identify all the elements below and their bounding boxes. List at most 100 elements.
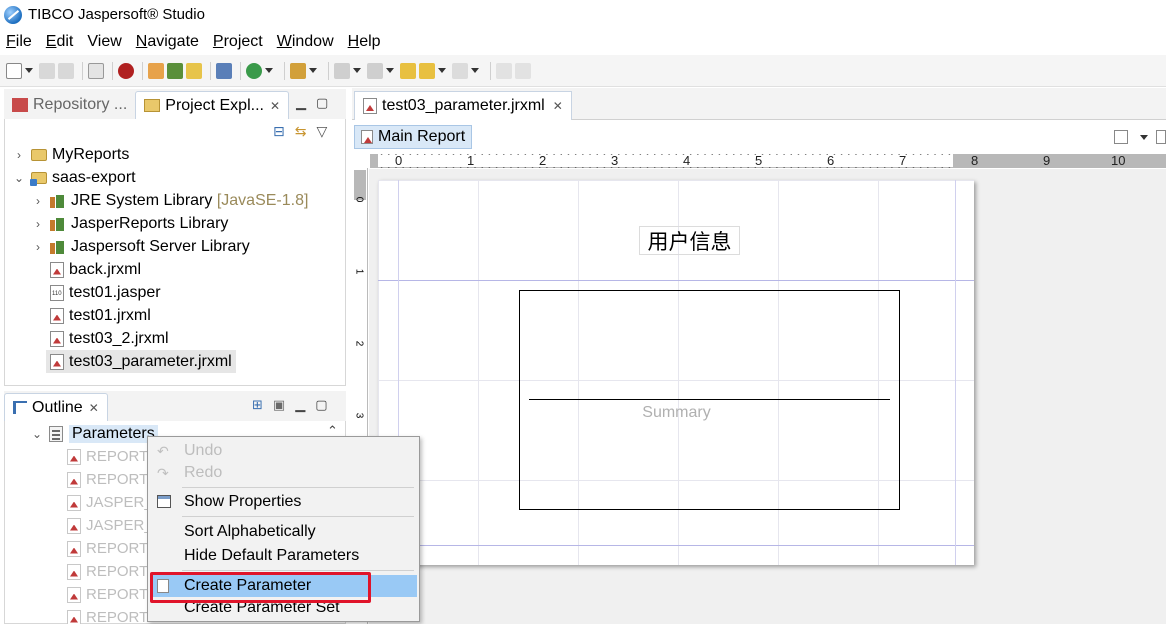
run-icon[interactable] xyxy=(246,62,262,79)
expand-icon[interactable]: › xyxy=(32,217,44,231)
tab-repository[interactable]: Repository ... xyxy=(4,91,135,119)
link-editor-icon[interactable]: ⇆ xyxy=(295,123,307,140)
menu-window[interactable]: Window xyxy=(277,33,334,51)
collapse-all-icon[interactable]: ⊟ xyxy=(273,123,285,140)
menu-project[interactable]: Project xyxy=(213,33,263,51)
tab-test03-parameter-jrxml[interactable]: test03_parameter.jrxml ✕ xyxy=(354,91,572,120)
menu-sort-alphabetically[interactable]: Sort Alphabetically xyxy=(151,521,417,543)
outline-param-item[interactable]: REPORT xyxy=(67,606,148,624)
parameter-icon xyxy=(67,448,81,465)
redo-icon[interactable] xyxy=(515,62,531,79)
menu-redo[interactable]: ↷ Redo xyxy=(151,462,417,484)
next-annotation-dropdown-icon[interactable] xyxy=(353,68,361,73)
new-dropdown-icon[interactable] xyxy=(25,68,33,73)
compile-report-icon[interactable] xyxy=(1114,130,1128,144)
save-all-icon[interactable] xyxy=(58,62,74,79)
dataset-icon[interactable] xyxy=(167,62,183,79)
redo-icon: ↷ xyxy=(157,465,169,481)
outline-param-item[interactable]: REPORT xyxy=(67,468,148,491)
close-icon[interactable]: ✕ xyxy=(270,99,280,113)
maximize-icon[interactable]: ▢ xyxy=(316,95,328,111)
report-title-textfield[interactable]: 用户信息 xyxy=(639,226,740,255)
repository-icon xyxy=(12,98,28,112)
prev-annotation-dropdown-icon[interactable] xyxy=(386,68,394,73)
tree-item-test01-jrxml[interactable]: test01.jrxml xyxy=(50,304,151,327)
expand-icon[interactable]: › xyxy=(32,194,44,208)
project-explorer-panel: ⊟ ⇆ ▽ › MyReports ⌄ saas-export › JRE Sy… xyxy=(4,119,346,386)
menu-navigate[interactable]: Navigate xyxy=(136,33,199,51)
tree-item-test01-jasper[interactable]: test01.jasper xyxy=(50,281,161,304)
tab-main-report[interactable]: Main Report xyxy=(354,125,473,149)
folder-icon xyxy=(31,148,47,161)
jrxml-file-icon xyxy=(363,98,377,114)
publish-icon[interactable] xyxy=(216,62,232,79)
tree-item-test03-parameter-jrxml[interactable]: test03_parameter.jrxml xyxy=(46,350,236,373)
run-dropdown-icon[interactable] xyxy=(265,68,273,73)
menu-hide-default-parameters[interactable]: Hide Default Parameters xyxy=(151,545,417,567)
library-icon xyxy=(50,194,66,208)
band-guide xyxy=(378,280,974,281)
collapse-icon[interactable]: ⌄ xyxy=(13,171,25,185)
debug-icon[interactable] xyxy=(118,62,134,79)
main-toolbar xyxy=(0,55,1166,87)
tree-item-jasperreports-library[interactable]: › JasperReports Library xyxy=(32,212,228,235)
expand-icon[interactable]: › xyxy=(32,240,44,254)
report-icon xyxy=(361,130,373,144)
toggle-view-icon[interactable]: ▣ xyxy=(273,397,285,413)
collapse-icon[interactable]: ⌄ xyxy=(31,427,43,441)
tools-dropdown-icon[interactable] xyxy=(309,68,317,73)
outline-param-item[interactable]: REPORT xyxy=(67,583,148,606)
summary-band-frame[interactable] xyxy=(519,290,900,510)
menu-help[interactable]: Help xyxy=(348,33,381,51)
tree-view-icon[interactable]: ⊞ xyxy=(252,397,263,413)
outline-param-item[interactable]: REPORT xyxy=(67,537,148,560)
forward-icon[interactable] xyxy=(452,62,468,79)
minimize-icon[interactable]: ▁ xyxy=(296,95,306,111)
menu-file[interactable]: File xyxy=(6,33,32,51)
compile-icon[interactable] xyxy=(88,62,104,79)
next-annotation-icon[interactable] xyxy=(334,62,350,79)
menu-view[interactable]: View xyxy=(87,33,121,51)
more-options-icon[interactable] xyxy=(1156,130,1166,144)
last-edit-icon[interactable] xyxy=(400,62,416,79)
edit-report-icon[interactable] xyxy=(186,62,202,79)
report-wizard-icon[interactable] xyxy=(148,62,164,79)
forward-dropdown-icon[interactable] xyxy=(471,68,479,73)
outline-item-parameters[interactable]: ⌄ Parameters xyxy=(31,422,158,445)
tab-outline[interactable]: Outline ✕ xyxy=(4,393,108,421)
save-icon[interactable] xyxy=(39,62,55,79)
tree-item-back-jrxml[interactable]: back.jrxml xyxy=(50,258,141,281)
maximize-icon[interactable]: ▢ xyxy=(315,397,327,413)
menu-show-properties[interactable]: Show Properties xyxy=(151,491,417,513)
outline-tabbar: Outline ✕ ⊞ ▣ ▁ ▢ xyxy=(4,391,346,421)
menu-edit[interactable]: Edit xyxy=(46,33,74,51)
summary-divider-line[interactable] xyxy=(529,399,890,400)
outline-param-item[interactable]: JASPER_ xyxy=(67,514,153,537)
back-dropdown-icon[interactable] xyxy=(438,68,446,73)
compile-dropdown-icon[interactable] xyxy=(1140,135,1148,140)
tab-project-explorer[interactable]: Project Expl... ✕ xyxy=(135,91,290,119)
annotation-highlight-box xyxy=(150,572,371,603)
tools-icon[interactable] xyxy=(290,62,306,79)
outline-param-item[interactable]: REPORT xyxy=(67,560,148,583)
left-panel-tabbar: Repository ... Project Expl... ✕ ▁ ▢ xyxy=(4,89,346,119)
tree-item-jaspersoft-server-library[interactable]: › Jaspersoft Server Library xyxy=(32,235,250,258)
view-menu-icon[interactable]: ▽ xyxy=(316,123,327,140)
properties-icon xyxy=(157,495,171,508)
back-icon[interactable] xyxy=(419,62,435,79)
expand-icon[interactable]: › xyxy=(13,148,25,162)
outline-param-item[interactable]: REPORT xyxy=(67,445,148,468)
tree-item-test03-2-jrxml[interactable]: test03_2.jrxml xyxy=(50,327,169,350)
undo-icon[interactable] xyxy=(496,62,512,79)
tree-item-myreports[interactable]: › MyReports xyxy=(13,143,129,166)
tree-item-saas-export[interactable]: ⌄ saas-export xyxy=(13,166,136,189)
minimize-icon[interactable]: ▁ xyxy=(295,397,305,413)
tree-item-jre-library[interactable]: › JRE System Library [JavaSE-1.8] xyxy=(32,189,308,212)
close-icon[interactable]: ✕ xyxy=(89,401,99,415)
parameter-icon xyxy=(67,471,81,488)
menu-undo[interactable]: ↶ Undo xyxy=(151,440,417,462)
close-icon[interactable]: ✕ xyxy=(553,99,563,113)
prev-annotation-icon[interactable] xyxy=(367,62,383,79)
outline-param-item[interactable]: JASPER_ xyxy=(67,491,153,514)
new-icon[interactable] xyxy=(6,62,22,79)
